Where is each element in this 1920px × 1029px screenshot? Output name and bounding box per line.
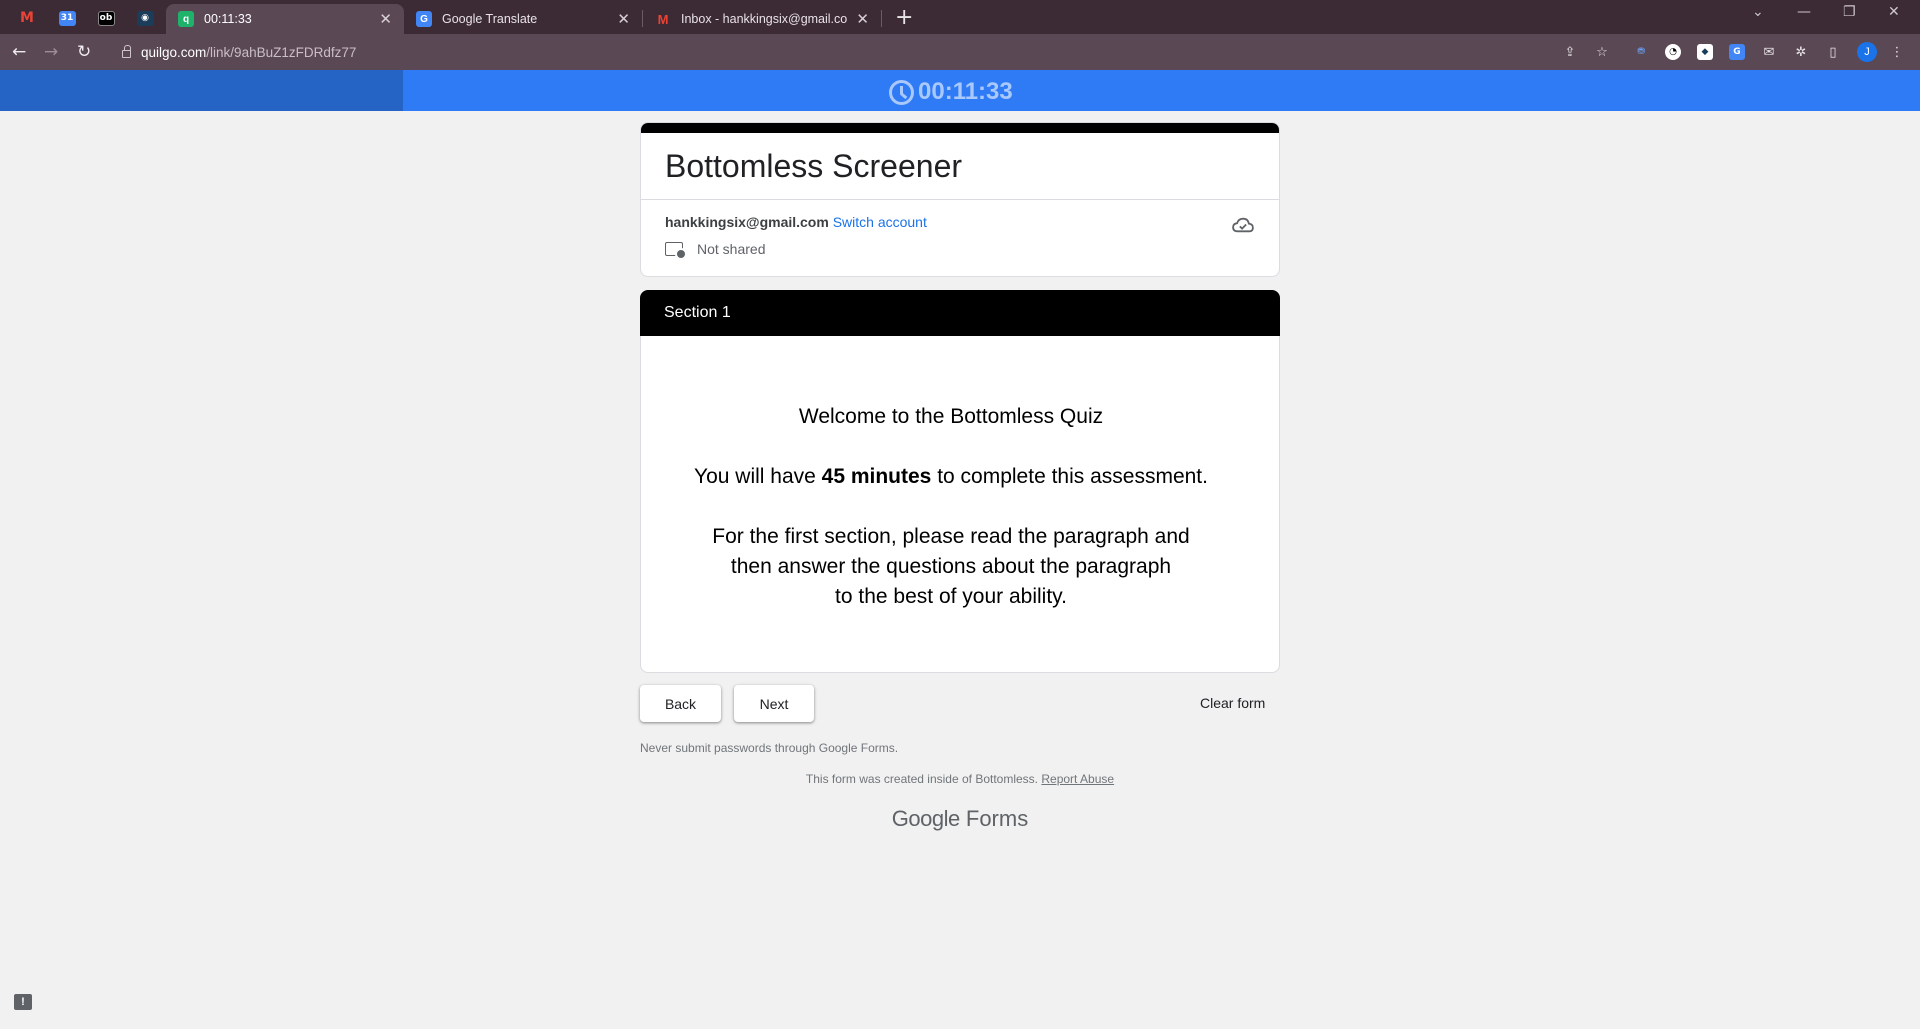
form-header-card: Bottomless Screener hankkingsix@gmail.co…: [640, 122, 1280, 277]
extension-icon[interactable]: ◔: [1665, 44, 1681, 60]
quilgo-favicon-icon: q: [178, 11, 194, 27]
section-title: Section 1: [664, 304, 731, 321]
form-accent-bar: [641, 123, 1279, 133]
bookmark-star-icon[interactable]: ☆: [1594, 44, 1610, 60]
timer-bar: 00:11:33: [0, 70, 1920, 111]
gmail-icon: M: [657, 11, 669, 27]
next-button[interactable]: Next: [734, 685, 814, 722]
email-not-shared-icon: [665, 242, 687, 260]
translate-favicon-icon: G: [416, 11, 432, 27]
back-button[interactable]: Back: [640, 685, 721, 722]
clear-form-button[interactable]: Clear form: [1200, 695, 1265, 711]
url-text: quilgo.com/link/9ahBuZ1zFDRdfz77: [141, 44, 357, 60]
mail-extension-icon[interactable]: ✉: [1761, 44, 1777, 60]
feedback-icon[interactable]: !: [14, 994, 32, 1010]
instructions-text: For the first section, please read the p…: [712, 525, 1190, 608]
timer-progress-fill: [0, 70, 404, 111]
side-panel-icon[interactable]: ▯: [1825, 44, 1841, 60]
account-info: hankkingsix@gmail.com Switch account: [665, 214, 927, 230]
profile-avatar[interactable]: J: [1857, 42, 1877, 62]
close-icon[interactable]: ✕: [379, 10, 392, 28]
tab-title: 00:11:33: [204, 12, 252, 26]
tab-title: Inbox - hankkingsix@gmail.com: [681, 12, 849, 26]
close-window-button[interactable]: ✕: [1888, 4, 1900, 20]
section-card: Welcome to the Bottomless Quiz You will …: [640, 336, 1280, 673]
app-icon: ◉: [136, 10, 154, 26]
account-email: hankkingsix@gmail.com: [665, 214, 829, 230]
extension-icon[interactable]: ◆: [1697, 44, 1713, 60]
google-forms-logo[interactable]: Google Forms: [640, 806, 1280, 832]
lock-icon: [122, 45, 131, 58]
not-shared-label: Not shared: [697, 241, 766, 257]
pinned-tab-app[interactable]: ob: [88, 5, 124, 31]
not-shared-status: Not shared: [665, 241, 766, 260]
switch-account-link[interactable]: Switch account: [833, 214, 927, 230]
forward-arrow-icon[interactable]: →: [44, 42, 58, 62]
time-limit-text: You will have 45 minutes to complete thi…: [694, 465, 1208, 488]
pinned-tab-app-2[interactable]: ◉: [127, 5, 163, 31]
minimize-button[interactable]: —: [1797, 4, 1811, 20]
welcome-heading: Welcome to the Bottomless Quiz: [798, 405, 1104, 428]
section-header: Section 1: [640, 290, 1280, 337]
close-icon[interactable]: ✕: [617, 10, 630, 28]
translate-extension-icon[interactable]: G: [1729, 44, 1745, 60]
share-icon[interactable]: ⇪: [1562, 44, 1578, 60]
created-notice: This form was created inside of Bottomle…: [805, 772, 1115, 786]
reload-icon[interactable]: ↻: [77, 42, 91, 62]
app-icon: ob: [97, 10, 115, 26]
new-tab-button[interactable]: +: [895, 5, 913, 30]
gmail-icon: M: [20, 10, 34, 26]
cloud-saved-icon: [1232, 217, 1254, 233]
back-arrow-icon[interactable]: ←: [12, 42, 26, 62]
tab-title: Google Translate: [442, 12, 538, 26]
browser-toolbar: ← → ↻ quilgo.com/link/9ahBuZ1zFDRdfz77 ⇪…: [0, 34, 1920, 70]
tab-google-translate[interactable]: G Google Translate ✕: [404, 4, 642, 34]
report-abuse-link[interactable]: Report Abuse: [1041, 772, 1114, 786]
clock-icon: [889, 79, 914, 105]
close-icon[interactable]: ✕: [856, 10, 869, 28]
extension-icon[interactable]: ⛃: [1633, 44, 1649, 60]
pinned-tab-calendar[interactable]: 31: [49, 5, 85, 31]
time-limit-value: 45 minutes: [821, 465, 932, 488]
tab-gmail-inbox[interactable]: M Inbox - hankkingsix@gmail.com ✕: [643, 4, 881, 34]
menu-kebab-icon[interactable]: ⋮: [1889, 44, 1905, 60]
tab-divider: [881, 10, 882, 27]
tab-search-icon[interactable]: ⌄: [1752, 4, 1764, 20]
form-title: Bottomless Screener: [641, 133, 1279, 200]
calendar-icon: 31: [58, 10, 76, 26]
pinned-tab-gmail[interactable]: M: [9, 5, 45, 31]
extensions-puzzle-icon[interactable]: ✲: [1793, 44, 1809, 60]
browser-tab-strip: M 31 ob ◉ q 00:11:33 ✕ G Google Translat…: [0, 0, 1920, 34]
password-warning: Never submit passwords through Google Fo…: [640, 741, 899, 755]
welcome-text: Welcome to the Bottomless Quiz You will …: [641, 402, 1261, 642]
tab-quilgo-timer[interactable]: q 00:11:33 ✕: [166, 4, 404, 34]
address-bar[interactable]: quilgo.com/link/9ahBuZ1zFDRdfz77: [108, 37, 1578, 67]
timer-text: 00:11:33: [918, 78, 1013, 105]
timer-display: 00:11:33: [889, 78, 1013, 106]
restore-button[interactable]: ❐: [1843, 4, 1856, 20]
